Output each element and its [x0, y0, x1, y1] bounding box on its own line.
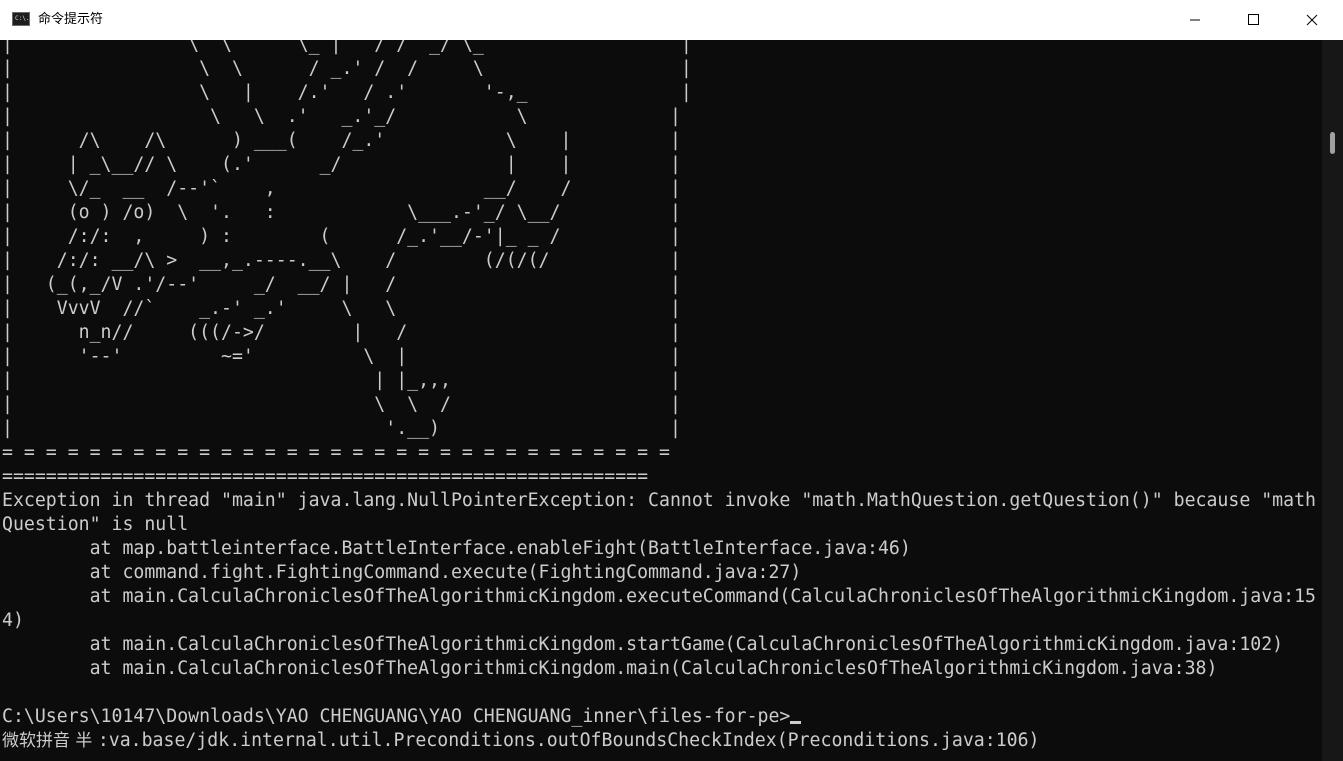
console-line: | \ \ .' _.'_/ \ |: [2, 106, 681, 127]
command-prompt-line[interactable]: C:\Users\10147\Downloads\YAO CHENGUANG\Y…: [2, 705, 802, 729]
console-line: = = = = = = = = = = = = = = = = = = = = …: [2, 442, 670, 463]
close-button[interactable]: [1282, 0, 1343, 40]
console-line: | \/_ __ /--'` , __/ / |: [2, 178, 681, 199]
cmd-icon[interactable]: C:\.: [12, 12, 30, 26]
console-line: at map.battleinterface.BattleInterface.e…: [2, 538, 911, 559]
console-line: at main.CalculaChroniclesOfTheAlgorithmi…: [2, 658, 1218, 679]
console-line: | /\ /\ ) ___( /_.' \ | |: [2, 130, 681, 151]
title-bar[interactable]: C:\. 命令提示符: [0, 0, 1343, 40]
console-line: Question" is null: [2, 514, 189, 535]
console-line: at main.CalculaChroniclesOfTheAlgorithmi…: [2, 634, 1284, 655]
command-prompt: C:\Users\10147\Downloads\YAO CHENGUANG\Y…: [2, 706, 791, 727]
console-line: | '--' ~=' \ | |: [2, 346, 681, 367]
console-line: | | |_,,, |: [2, 370, 681, 391]
scrollbar-thumb[interactable]: [1330, 132, 1335, 154]
cmd-window: C:\. 命令提示符 | \ \ \_ | / / _/ \_ | | \ \ …: [0, 0, 1343, 761]
console-line: 4): [2, 610, 24, 631]
console-line: at main.CalculaChroniclesOfTheAlgorithmi…: [2, 586, 1316, 607]
console-line: | VvvV //` _.-' _.' \ \ |: [2, 298, 681, 319]
minimize-button[interactable]: [1166, 0, 1224, 40]
console-line: Exception in thread "main" java.lang.Nul…: [2, 490, 1316, 511]
console-line: | /:/: __/\ > __,_.----.__\ / (/(/(/ |: [2, 250, 681, 271]
console-line: | \ \ / _.' / / \ |: [2, 58, 692, 79]
ime-indicator[interactable]: 微软拼音 半: [2, 731, 98, 751]
minimize-icon: [1190, 19, 1200, 21]
console-line: | (o ) /o) \ '. : \___.-'_/ \__/ |: [2, 202, 681, 223]
close-icon: [1306, 14, 1318, 26]
window-title: 命令提示符: [38, 12, 104, 27]
console-line: | \ | /.' / .' '-,_ |: [2, 82, 692, 103]
vertical-scrollbar[interactable]: [1322, 40, 1343, 761]
console-line: | | _\__// \ (.' _/ | | |: [2, 154, 681, 175]
maximize-button[interactable]: [1224, 0, 1282, 40]
console-line: at command.fight.FightingCommand.execute…: [2, 562, 802, 583]
console-line: | \ \ / |: [2, 394, 681, 415]
console-line: | (_(,_/V .'/--' _/ __/ | / |: [2, 274, 681, 295]
console-output[interactable]: | \ \ \_ | / / _/ \_ | | \ \ / _.' / / \ …: [0, 40, 1322, 761]
console-line: | \ \ \_ | / / _/ \_ |: [2, 40, 692, 55]
console-line: ========================================…: [2, 466, 649, 487]
console-line: | '.__) |: [2, 418, 681, 439]
console-line: | /:/: , ) : ( /_.'__/-'|_ _ / |: [2, 226, 681, 247]
ime-overlapped-text: :va.base/jdk.internal.util.Preconditions…: [97, 730, 1040, 751]
console-line: | n_n// (((/->/ | / |: [2, 322, 681, 343]
ime-status-line: 微软拼音 半 :va.base/jdk.internal.util.Precon…: [2, 729, 1040, 753]
text-cursor: [790, 721, 802, 724]
maximize-icon: [1248, 14, 1259, 25]
